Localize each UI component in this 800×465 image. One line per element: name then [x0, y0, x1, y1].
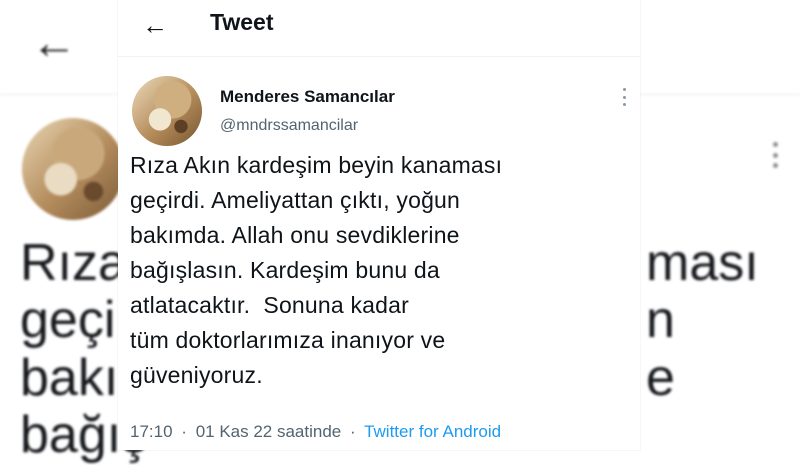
background-text-left: geçi	[20, 291, 116, 349]
header-divider	[118, 56, 640, 57]
background-text-right: n	[646, 291, 675, 349]
page-title: Tweet	[210, 9, 274, 35]
tweet-text-line: bakımda. Allah onu sevdiklerine	[130, 222, 460, 248]
avatar[interactable]	[132, 76, 202, 146]
tweet-meta: 17:10 · 01 Kas 22 saatinde · Twitter for…	[130, 422, 501, 442]
tweet-text-line: geçirdi. Ameliyattan çıktı, yoğun	[130, 187, 461, 213]
meta-separator: ·	[181, 422, 187, 441]
background-text-left: Rıza	[20, 234, 127, 292]
tweet-source-link[interactable]: Twitter for Android	[364, 422, 501, 441]
tweet-date[interactable]: 01 Kas 22 saatinde	[196, 422, 342, 441]
tweet-text-line: Rıza Akın kardeşim beyin kanaması	[130, 152, 503, 178]
background-text-left: bakı	[20, 349, 119, 407]
meta-separator: ·	[349, 422, 356, 441]
background-more-icon	[772, 142, 778, 168]
tweet-time[interactable]: 17:10	[130, 422, 173, 441]
tweet-text: Rıza Akın kardeşim beyin kanaması geçird…	[130, 148, 630, 393]
more-options-icon[interactable]	[621, 88, 627, 106]
tweet-text-line: bağışlasın. Kardeşim bunu da	[130, 257, 440, 283]
tweet-text-line: güveniyoruz.	[130, 362, 263, 388]
background-avatar	[22, 118, 124, 220]
tweet-text-line: atlatacaktır. Sonuna kadar	[130, 292, 410, 318]
author-handle[interactable]: @mndrssamancilar	[220, 117, 358, 135]
tweet-text-line: tüm doktorlarımıza inanıyor ve	[130, 327, 446, 353]
background-text-right: e	[646, 349, 675, 407]
tweet-card: ← Tweet Menderes Samancılar @mndrssamanc…	[118, 0, 640, 450]
background-text-right: ması	[646, 234, 759, 292]
author-name[interactable]: Menderes Samancılar	[220, 87, 395, 107]
background-back-arrow-icon: ←	[31, 16, 77, 68]
arrow-left-icon[interactable]: ←	[140, 10, 170, 40]
